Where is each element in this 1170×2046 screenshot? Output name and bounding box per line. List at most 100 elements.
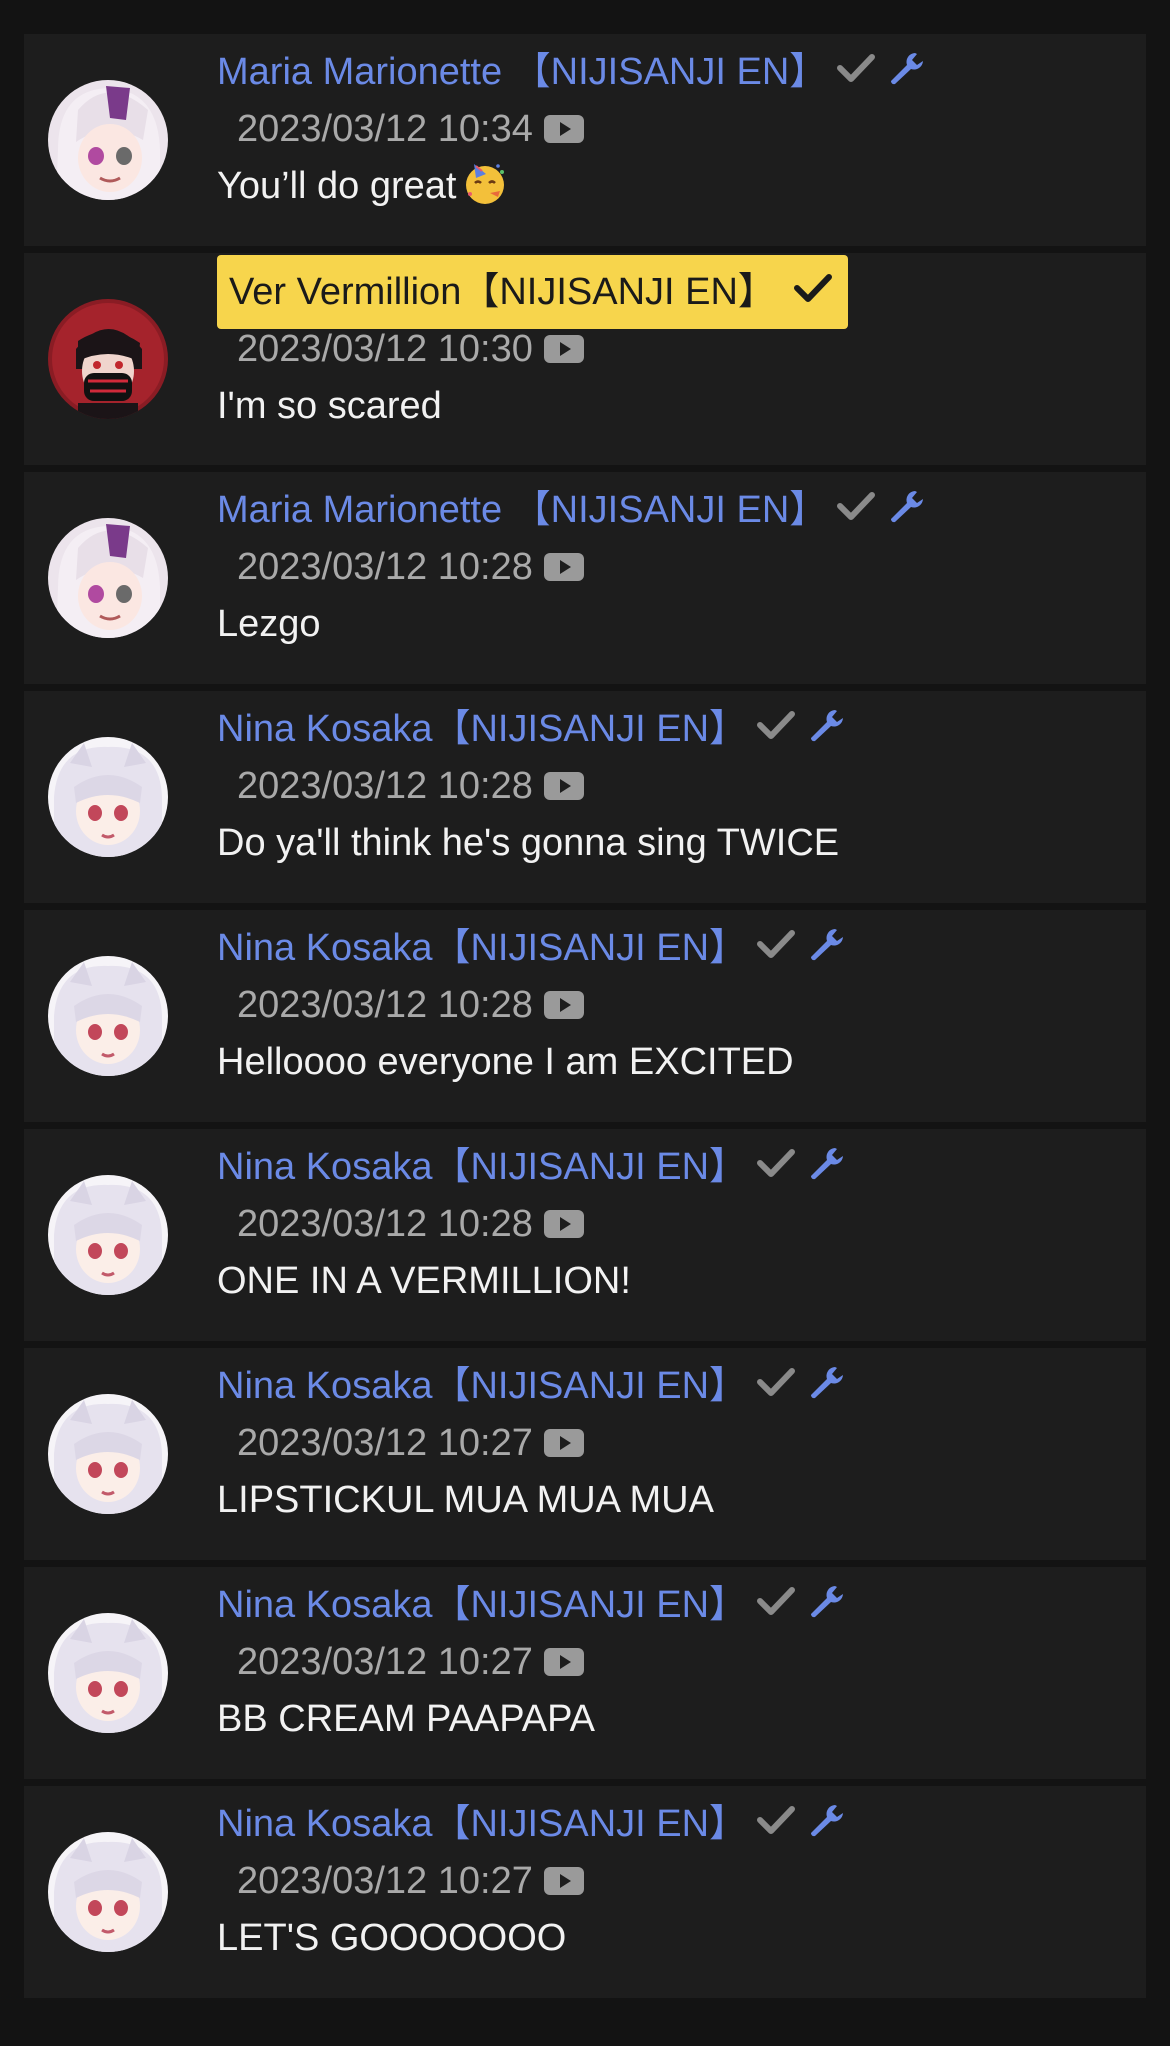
- timestamp: 2023/03/12 10:27: [237, 1860, 533, 1902]
- author-name[interactable]: Nina Kosaka【NIJISANJI EN】: [217, 927, 747, 969]
- youtube-icon[interactable]: [543, 1865, 585, 1897]
- chat-message[interactable]: Nina Kosaka【NIJISANJI EN】 2023/03/12 10:…: [24, 1786, 1146, 1998]
- message-content: Nina Kosaka【NIJISANJI EN】 2023/03/12 10:…: [217, 701, 1097, 872]
- wrench-icon: [805, 926, 847, 962]
- message-content: Maria Marionette 【NIJISANJI EN】 2023/03/…: [217, 482, 1097, 653]
- timestamp: 2023/03/12 10:27: [237, 1641, 533, 1683]
- message-text: ONE IN A VERMILLION!: [217, 1253, 1097, 1310]
- wrench-icon: [805, 1364, 847, 1400]
- avatar[interactable]: [48, 737, 168, 857]
- wrench-icon: [805, 707, 847, 743]
- timestamp: 2023/03/12 10:28: [237, 1203, 533, 1245]
- avatar[interactable]: [48, 299, 168, 419]
- youtube-icon[interactable]: [543, 551, 585, 583]
- chat-message[interactable]: Maria Marionette 【NIJISANJI EN】 2023/03/…: [24, 34, 1146, 246]
- message-text-body: Do ya'll think he's gonna sing TWICE: [217, 822, 840, 864]
- message-content: Ver Vermillion【NIJISANJI EN】 2023/03/12 …: [217, 255, 1097, 435]
- message-text: Lezgo: [217, 596, 1097, 653]
- message-content: Nina Kosaka【NIJISANJI EN】 2023/03/12 10:…: [217, 920, 1097, 1091]
- channel-owner-name[interactable]: Ver Vermillion【NIJISANJI EN】: [217, 255, 848, 329]
- check-icon: [792, 270, 834, 306]
- author-name[interactable]: Maria Marionette 【NIJISANJI EN】: [217, 51, 827, 93]
- author-name[interactable]: Nina Kosaka【NIJISANJI EN】: [217, 1365, 747, 1407]
- timestamp: 2023/03/12 10:28: [237, 546, 533, 588]
- avatar[interactable]: [48, 956, 168, 1076]
- check-icon: [835, 488, 877, 524]
- avatar[interactable]: [48, 1832, 168, 1952]
- check-icon: [755, 1583, 797, 1619]
- youtube-icon[interactable]: [543, 1208, 585, 1240]
- avatar[interactable]: [48, 1175, 168, 1295]
- check-icon: [755, 926, 797, 962]
- timestamp: 2023/03/12 10:28: [237, 984, 533, 1026]
- timestamp: 2023/03/12 10:27: [237, 1422, 533, 1464]
- youtube-icon[interactable]: [543, 113, 585, 145]
- check-icon: [755, 1364, 797, 1400]
- wrench-icon: [805, 1145, 847, 1181]
- author-name-text: Nina Kosaka【NIJISANJI EN】: [217, 927, 748, 969]
- chat-message[interactable]: Maria Marionette 【NIJISANJI EN】 2023/03/…: [24, 472, 1146, 684]
- message-text: LET'S GOOOOOOO: [217, 1910, 1097, 1967]
- author-name[interactable]: Nina Kosaka【NIJISANJI EN】: [217, 1584, 747, 1626]
- wrench-icon: [805, 1583, 847, 1619]
- message-content: Maria Marionette 【NIJISANJI EN】 2023/03/…: [217, 44, 1097, 215]
- message-text-body: You’ll do great: [217, 165, 457, 207]
- message-text: Do ya'll think he's gonna sing TWICE: [217, 815, 1097, 872]
- check-icon: [755, 707, 797, 743]
- youtube-icon[interactable]: [543, 1646, 585, 1678]
- youtube-icon[interactable]: [543, 1427, 585, 1459]
- message-text-body: Helloooo everyone I am EXCITED: [217, 1041, 794, 1083]
- message-text: LIPSTICKUL MUA MUA MUA: [217, 1472, 1097, 1529]
- check-icon: [755, 1802, 797, 1838]
- author-name[interactable]: Nina Kosaka【NIJISANJI EN】: [217, 1146, 747, 1188]
- author-name-text: Ver Vermillion【NIJISANJI EN】: [229, 271, 776, 313]
- chat-message[interactable]: Nina Kosaka【NIJISANJI EN】 2023/03/12 10:…: [24, 1567, 1146, 1779]
- wrench-icon: [885, 488, 927, 524]
- author-name-text: Nina Kosaka【NIJISANJI EN】: [217, 1803, 748, 1845]
- check-icon: [755, 1145, 797, 1181]
- message-text-body: ONE IN A VERMILLION!: [217, 1260, 631, 1302]
- author-name-text: Nina Kosaka【NIJISANJI EN】: [217, 1365, 748, 1407]
- chat-message[interactable]: Nina Kosaka【NIJISANJI EN】 2023/03/12 10:…: [24, 910, 1146, 1122]
- youtube-icon[interactable]: [543, 333, 585, 365]
- author-name[interactable]: Maria Marionette 【NIJISANJI EN】: [217, 489, 827, 531]
- message-content: Nina Kosaka【NIJISANJI EN】 2023/03/12 10:…: [217, 1139, 1097, 1310]
- partying-face-icon: [462, 160, 508, 206]
- chat-feed: Maria Marionette 【NIJISANJI EN】 2023/03/…: [24, 34, 1146, 2005]
- message-content: Nina Kosaka【NIJISANJI EN】 2023/03/12 10:…: [217, 1358, 1097, 1529]
- timestamp: 2023/03/12 10:30: [237, 328, 533, 370]
- youtube-icon[interactable]: [543, 989, 585, 1021]
- author-name-text: Nina Kosaka【NIJISANJI EN】: [217, 708, 748, 750]
- message-text: You’ll do great: [217, 158, 1097, 215]
- avatar[interactable]: [48, 518, 168, 638]
- message-text: I'm so scared: [217, 378, 1097, 435]
- chat-message[interactable]: Nina Kosaka【NIJISANJI EN】 2023/03/12 10:…: [24, 1129, 1146, 1341]
- check-icon: [835, 50, 877, 86]
- avatar[interactable]: [48, 1613, 168, 1733]
- wrench-icon: [885, 50, 927, 86]
- chat-message[interactable]: Ver Vermillion【NIJISANJI EN】 2023/03/12 …: [24, 253, 1146, 465]
- timestamp: 2023/03/12 10:34: [237, 108, 533, 150]
- message-text-body: Lezgo: [217, 603, 321, 645]
- chat-message[interactable]: Nina Kosaka【NIJISANJI EN】 2023/03/12 10:…: [24, 1348, 1146, 1560]
- message-text-body: LET'S GOOOOOOO: [217, 1917, 567, 1959]
- message-text-body: LIPSTICKUL MUA MUA MUA: [217, 1479, 714, 1521]
- message-content: Nina Kosaka【NIJISANJI EN】 2023/03/12 10:…: [217, 1577, 1097, 1748]
- author-name-text: Nina Kosaka【NIJISANJI EN】: [217, 1584, 748, 1626]
- author-name-text: Maria Marionette 【NIJISANJI EN】: [217, 51, 828, 93]
- author-name[interactable]: Nina Kosaka【NIJISANJI EN】: [217, 708, 747, 750]
- author-name-text: Maria Marionette 【NIJISANJI EN】: [217, 489, 828, 531]
- chat-message[interactable]: Nina Kosaka【NIJISANJI EN】 2023/03/12 10:…: [24, 691, 1146, 903]
- timestamp: 2023/03/12 10:28: [237, 765, 533, 807]
- youtube-icon[interactable]: [543, 770, 585, 802]
- author-name-text: Nina Kosaka【NIJISANJI EN】: [217, 1146, 748, 1188]
- message-text-body: I'm so scared: [217, 385, 442, 427]
- message-content: Nina Kosaka【NIJISANJI EN】 2023/03/12 10:…: [217, 1796, 1097, 1967]
- message-text-body: BB CREAM PAAPAPA: [217, 1698, 595, 1740]
- author-name[interactable]: Nina Kosaka【NIJISANJI EN】: [217, 1803, 747, 1845]
- avatar[interactable]: [48, 80, 168, 200]
- avatar[interactable]: [48, 1394, 168, 1514]
- wrench-icon: [805, 1802, 847, 1838]
- message-text: Helloooo everyone I am EXCITED: [217, 1034, 1097, 1091]
- message-text: BB CREAM PAAPAPA: [217, 1691, 1097, 1748]
